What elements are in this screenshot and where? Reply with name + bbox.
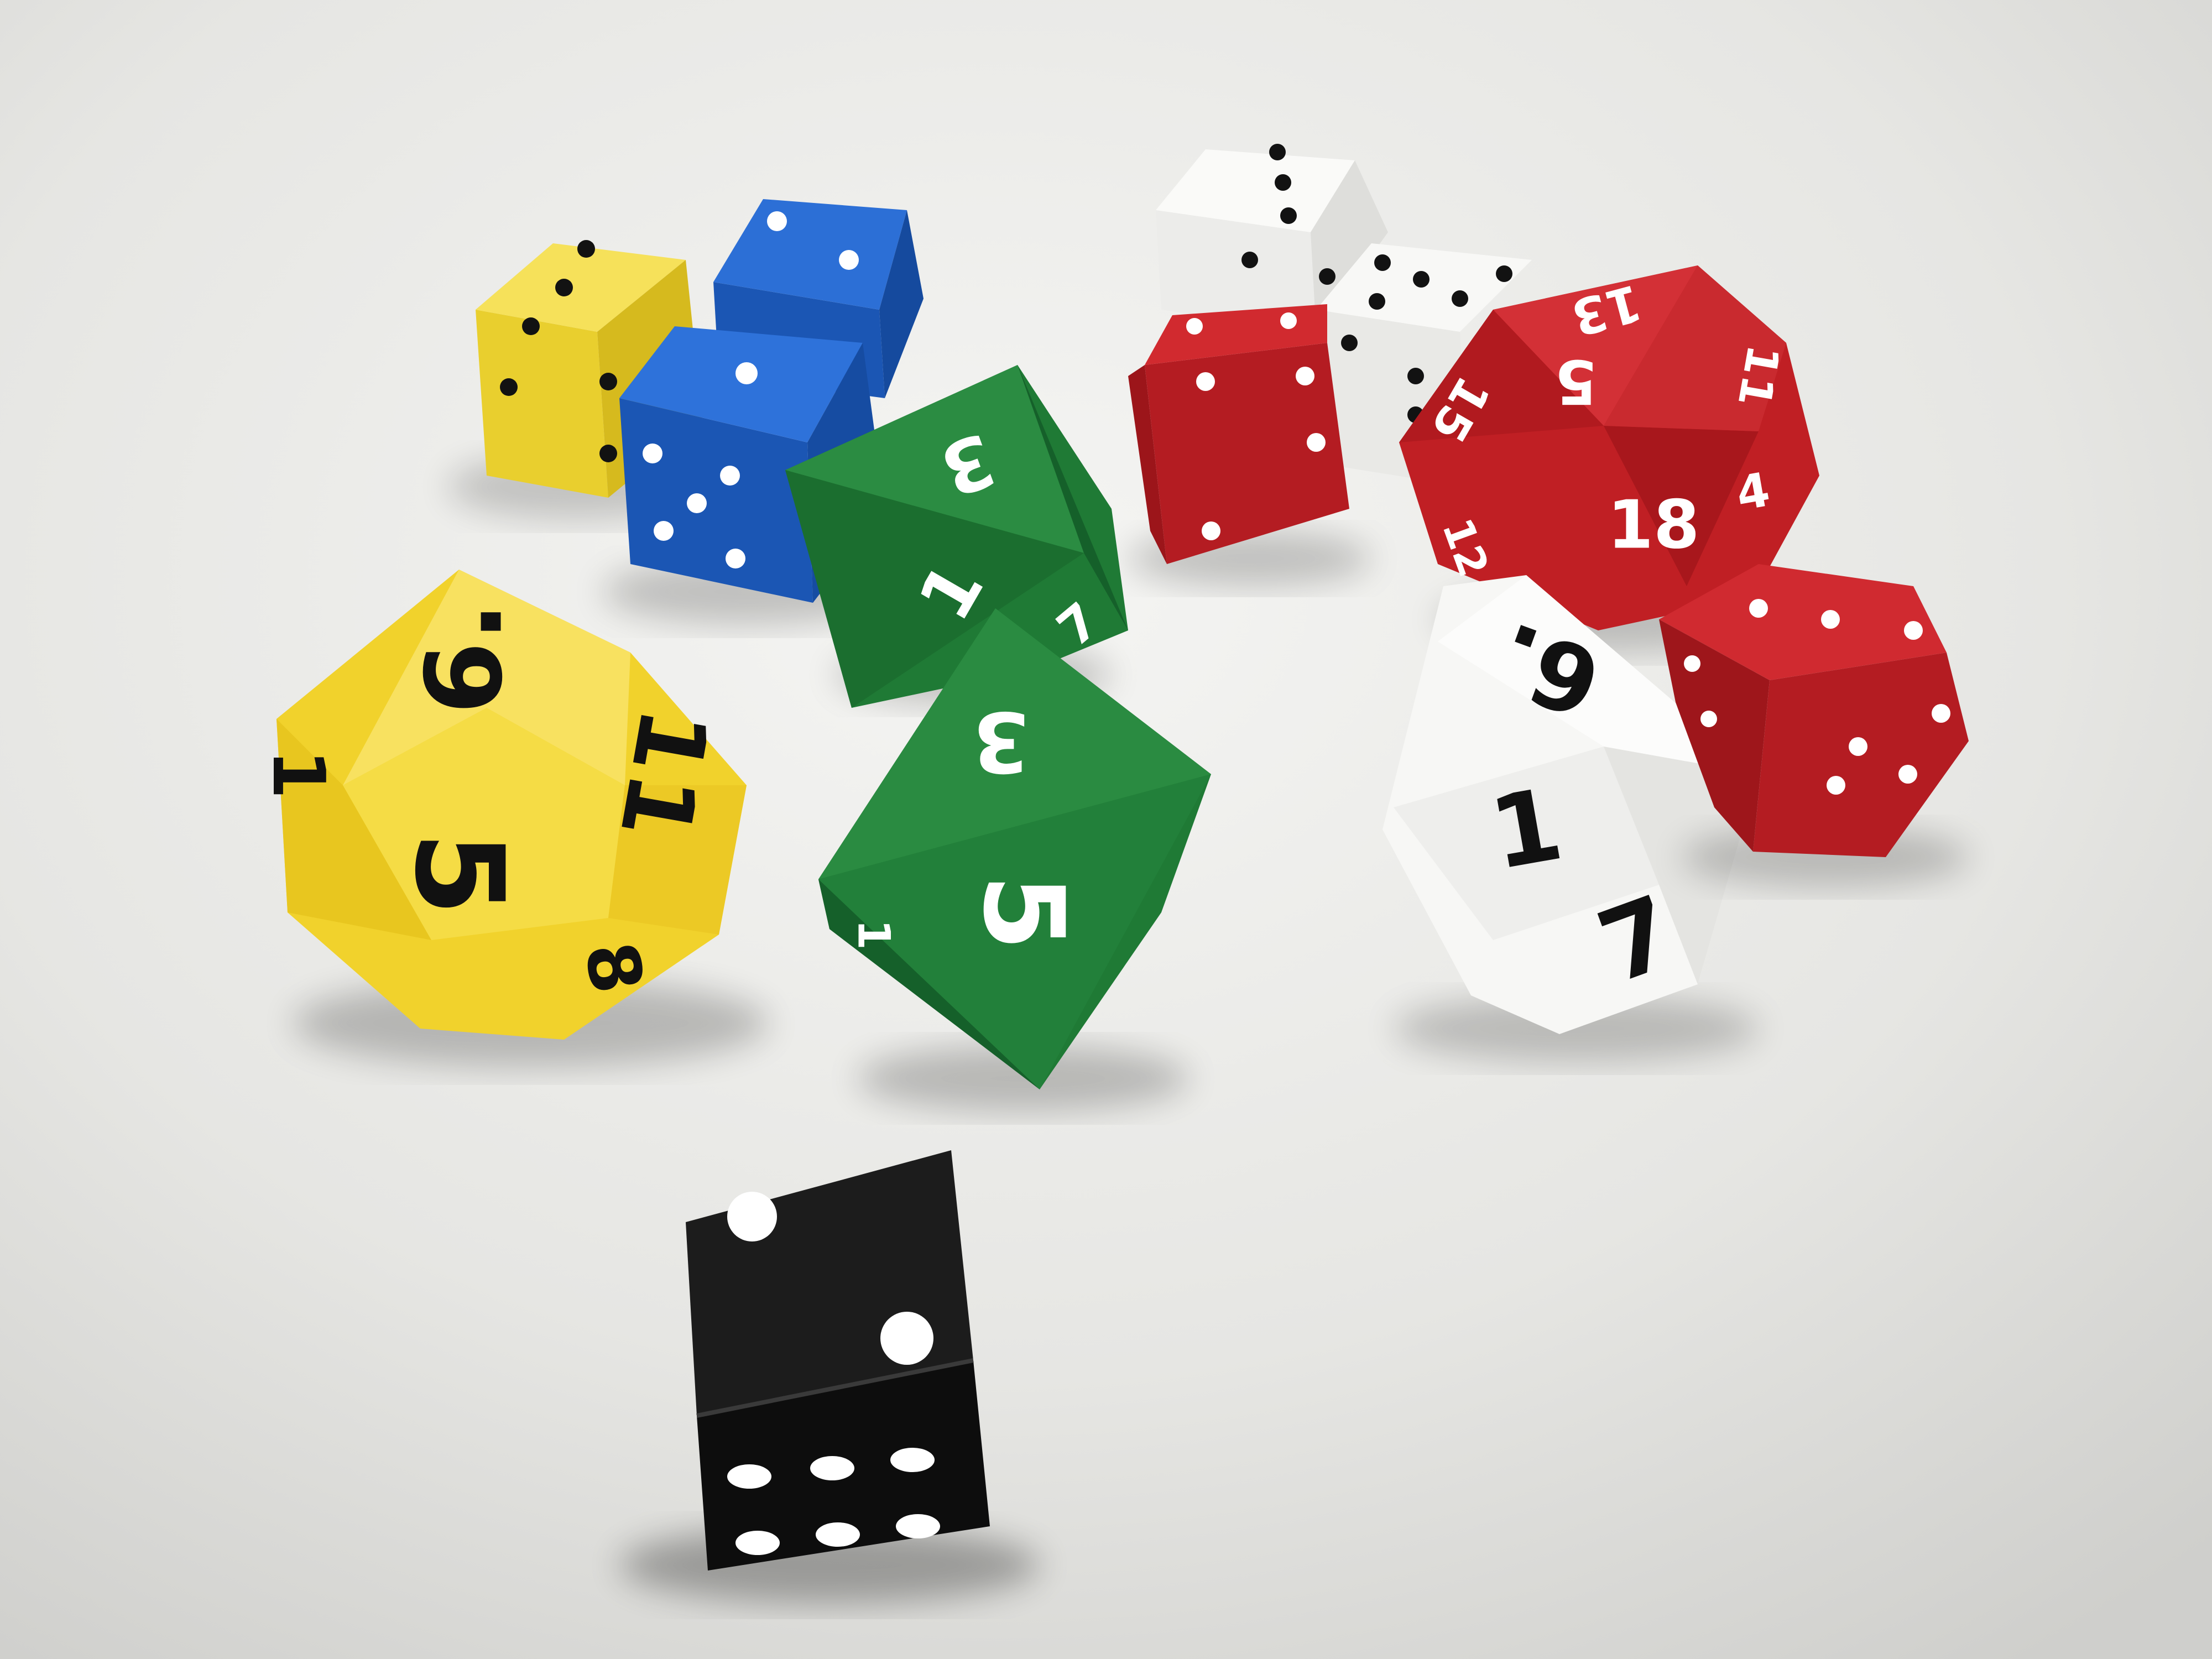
pip bbox=[1241, 252, 1258, 268]
pip bbox=[1196, 372, 1215, 391]
pip bbox=[890, 1448, 935, 1472]
pip bbox=[1202, 521, 1220, 540]
red-d20-label: 5 bbox=[1555, 346, 1598, 417]
pip bbox=[735, 1531, 780, 1555]
green-d8-front-label: 5 bbox=[959, 874, 1088, 951]
yellow-d12-label: 1 bbox=[257, 749, 341, 799]
pip bbox=[1269, 144, 1286, 160]
pip bbox=[896, 1514, 940, 1538]
pip bbox=[1821, 610, 1840, 629]
pip bbox=[1898, 765, 1917, 784]
pip bbox=[1280, 207, 1297, 224]
pip bbox=[522, 317, 540, 335]
pip bbox=[1496, 265, 1512, 282]
yellow-d12-label: 11 bbox=[598, 700, 729, 848]
pip bbox=[643, 444, 662, 463]
pip bbox=[1827, 776, 1845, 795]
pip bbox=[1275, 174, 1291, 191]
pip bbox=[654, 521, 674, 541]
pip bbox=[1749, 599, 1768, 618]
pip bbox=[1319, 268, 1335, 285]
red-d20-label: 18 bbox=[1608, 487, 1700, 564]
pip bbox=[599, 373, 617, 390]
pip bbox=[1904, 621, 1923, 640]
pip bbox=[555, 279, 573, 296]
pip bbox=[1280, 312, 1297, 329]
pip bbox=[500, 378, 518, 396]
pip bbox=[1932, 704, 1950, 723]
pip bbox=[577, 240, 595, 258]
pip bbox=[1369, 293, 1385, 310]
pip bbox=[687, 493, 707, 513]
pip bbox=[727, 1192, 777, 1241]
pip bbox=[1413, 271, 1430, 288]
green-d8-front-label: 3 bbox=[972, 693, 1030, 789]
red-d20-label: 11 bbox=[1728, 341, 1790, 411]
pip bbox=[1684, 655, 1700, 672]
pip bbox=[1374, 254, 1391, 271]
pip bbox=[735, 362, 758, 384]
pip bbox=[726, 549, 745, 568]
pip bbox=[599, 445, 617, 462]
pip bbox=[1186, 318, 1203, 335]
yellow-d12-label: 5 bbox=[388, 831, 530, 916]
pip bbox=[1407, 368, 1424, 384]
green-d8-front-label: 1 bbox=[848, 919, 900, 950]
pip bbox=[1700, 711, 1717, 727]
pip bbox=[1452, 290, 1468, 307]
pip bbox=[810, 1456, 854, 1480]
pip bbox=[727, 1464, 771, 1489]
pip bbox=[1849, 737, 1867, 756]
pip bbox=[1296, 367, 1314, 385]
dice-photo: 13 5 15 18 4 11 12 3 1 7 6. 11 5 1 8 3 5… bbox=[0, 0, 2212, 1659]
pip bbox=[1341, 335, 1358, 351]
pip bbox=[839, 250, 859, 270]
yellow-d6-front-face bbox=[476, 310, 608, 498]
pip bbox=[816, 1522, 860, 1547]
pip bbox=[880, 1312, 933, 1365]
pip bbox=[1307, 433, 1326, 452]
pip bbox=[720, 466, 740, 486]
yellow-d12-label: 6. bbox=[404, 602, 526, 714]
pip bbox=[767, 211, 787, 231]
